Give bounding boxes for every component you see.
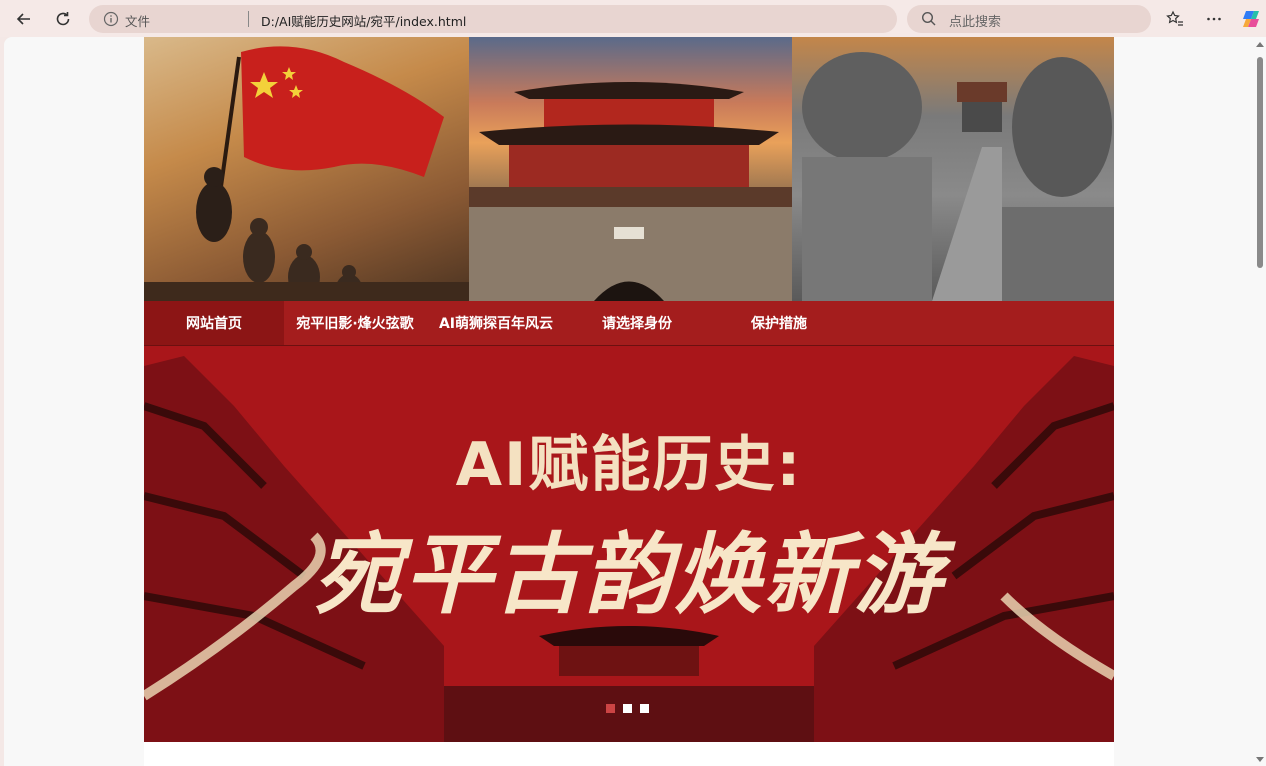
page-viewport: 网站首页 宛平旧影·烽火弦歌 AI萌狮探百年风云 请选择身份 保护措施 AI赋能…: [4, 37, 1254, 766]
stone-lions-illustration: [802, 52, 1114, 301]
banner-image-wanping-gate: [469, 37, 792, 301]
favorites-button[interactable]: [1162, 6, 1188, 32]
scroll-down-arrow-icon[interactable]: [1256, 757, 1264, 762]
carousel-dot-3[interactable]: [640, 704, 649, 713]
scrollbar-thumb[interactable]: [1257, 57, 1263, 268]
copilot-button[interactable]: [1238, 6, 1264, 32]
divider: [248, 11, 249, 27]
more-dots-icon: [1207, 17, 1221, 21]
gate-tower-illustration: [469, 82, 792, 301]
browser-toolbar: 文件 D:/AI赋能历史网站/宛平/index.html 点此搜索: [0, 0, 1266, 37]
file-label: 文件: [125, 14, 151, 29]
hero-carousel[interactable]: AI赋能历史: 宛平古韵焕新游: [144, 346, 1114, 742]
search-box[interactable]: 点此搜索: [907, 5, 1151, 33]
page-container: 网站首页 宛平旧影·烽火弦歌 AI萌狮探百年风云 请选择身份 保护措施 AI赋能…: [144, 37, 1114, 766]
refresh-button[interactable]: [50, 6, 76, 32]
war-scene-illustration: [144, 46, 469, 301]
search-placeholder: 点此搜索: [949, 15, 1002, 30]
info-icon[interactable]: [103, 11, 119, 27]
refresh-icon: [56, 12, 70, 26]
more-menu-button[interactable]: [1201, 6, 1227, 32]
nav-item-choose-identity[interactable]: 请选择身份: [566, 301, 708, 345]
hero-subtitle: 宛平古韵焕新游: [313, 522, 944, 626]
copilot-icon: [1243, 11, 1259, 27]
search-icon: [921, 11, 936, 26]
address-bar[interactable]: 文件 D:/AI赋能历史网站/宛平/index.html: [89, 5, 975, 33]
nav-item-home[interactable]: 网站首页: [144, 301, 284, 345]
carousel-dot-2[interactable]: [623, 704, 632, 713]
nav-item-old-photos[interactable]: 宛平旧影·烽火弦歌: [284, 301, 426, 345]
scroll-up-arrow-icon[interactable]: [1256, 42, 1264, 47]
vertical-scrollbar[interactable]: [1254, 37, 1266, 766]
favorites-list-icon: [1166, 10, 1183, 26]
header-banner: [144, 37, 1114, 301]
carousel-indicators: [606, 704, 649, 713]
hero-title: AI赋能历史:: [455, 430, 803, 500]
nav-item-ai-lion[interactable]: AI萌狮探百年风云: [426, 301, 566, 345]
carousel-dot-1[interactable]: [606, 704, 615, 713]
banner-image-lugou-bridge: [792, 37, 1114, 301]
nav-item-protection[interactable]: 保护措施: [708, 301, 850, 345]
banner-image-war-scene: [144, 37, 469, 301]
main-nav: 网站首页 宛平旧影·烽火弦歌 AI萌狮探百年风云 请选择身份 保护措施: [144, 301, 1114, 346]
url-text[interactable]: D:/AI赋能历史网站/宛平/index.html: [261, 11, 466, 30]
back-arrow-icon: [16, 13, 30, 25]
back-button[interactable]: [11, 6, 37, 32]
